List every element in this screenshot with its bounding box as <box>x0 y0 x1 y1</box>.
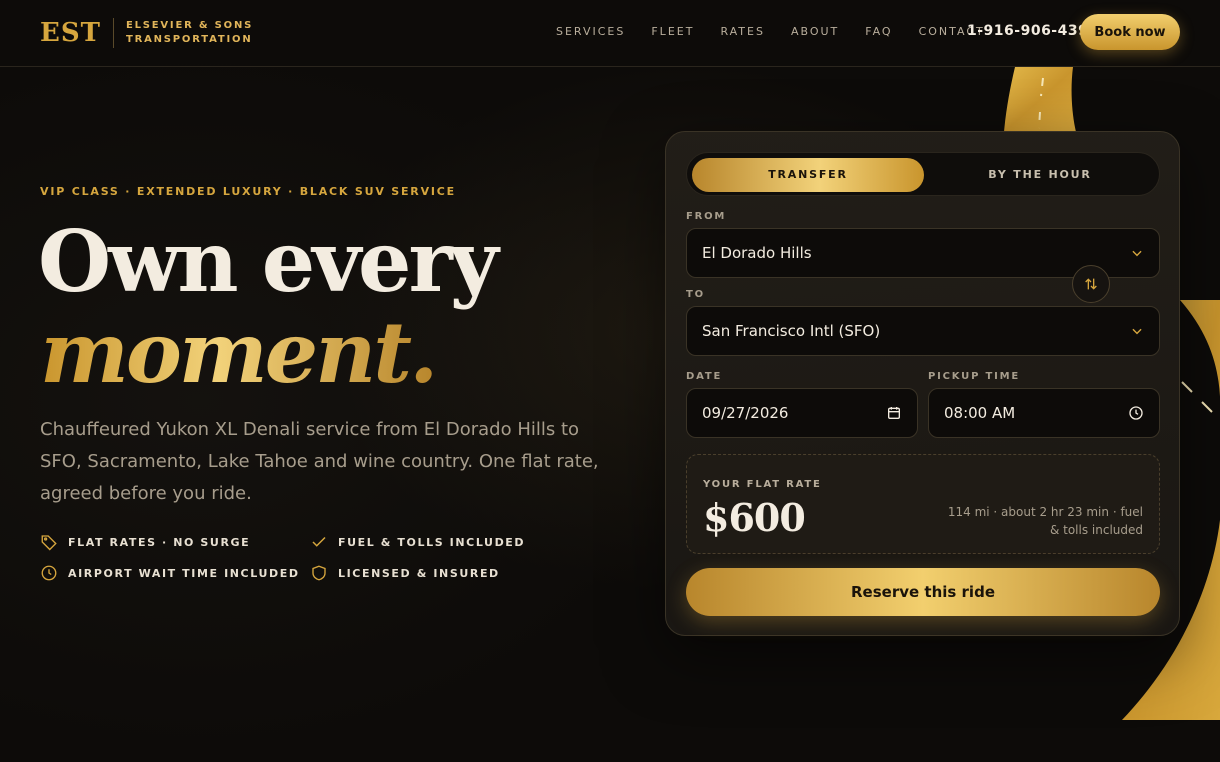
hero-headline-line-2: moment. <box>40 303 438 402</box>
main-nav: SERVICES FLEET RATES ABOUT FAQ CONTACT <box>556 25 985 38</box>
feature-item: AIRPORT WAIT TIME INCLUDED <box>40 564 310 582</box>
brand-logo[interactable]: EST ELSEVIER & SONS TRANSPORTATION <box>40 18 253 48</box>
feature-item: FUEL & TOLLS INCLUDED <box>310 533 580 551</box>
nav-item-services[interactable]: SERVICES <box>556 25 625 38</box>
logo-line-2: TRANSPORTATION <box>125 34 253 45</box>
phone-link[interactable]: 1-916-906-4393 <box>967 23 1099 39</box>
booking-card: TRANSFER BY THE HOUR FROM El Dorado Hill… <box>665 131 1180 636</box>
swap-arrows-icon <box>1085 278 1097 290</box>
date-label: DATE <box>686 371 723 382</box>
flat-rate-label: YOUR FLAT RATE <box>703 479 822 490</box>
feature-item: FLAT RATES · NO SURGE <box>40 533 310 551</box>
logo-mark: EST <box>40 18 114 48</box>
tab-by-the-hour[interactable]: BY THE HOUR <box>924 158 1156 192</box>
pickup-time-value: 08:00 AM <box>944 404 1016 422</box>
date-value: 09/27/2026 <box>702 404 789 422</box>
nav-item-faq[interactable]: FAQ <box>865 25 892 38</box>
site-header: EST ELSEVIER & SONS TRANSPORTATION SERVI… <box>0 0 1220 67</box>
shield-icon <box>312 565 326 581</box>
clock-icon <box>41 565 57 581</box>
flat-rate-note: 114 mi · about 2 hr 23 min · fuel & toll… <box>947 505 1143 537</box>
calendar-icon[interactable] <box>886 405 902 421</box>
from-label: FROM <box>686 211 727 222</box>
feature-label: FUEL & TOLLS INCLUDED <box>338 535 526 549</box>
flat-rate-box: YOUR FLAT RATE $600 114 mi · about 2 hr … <box>686 454 1160 554</box>
feature-label: AIRPORT WAIT TIME INCLUDED <box>68 566 300 580</box>
tag-icon <box>41 535 57 551</box>
hero-lead: Chauffeured Yukon XL Denali service from… <box>40 419 599 504</box>
chevron-down-icon <box>1132 250 1142 257</box>
check-icon <box>312 536 326 547</box>
feature-item: LICENSED & INSURED <box>310 564 580 582</box>
tab-transfer[interactable]: TRANSFER <box>692 158 924 192</box>
feature-label: LICENSED & INSURED <box>338 566 500 580</box>
logo-wordmark: ELSEVIER & SONS TRANSPORTATION <box>114 19 253 47</box>
logo-line-1: ELSEVIER & SONS <box>125 20 254 31</box>
hero-headline-line-1: Own every <box>38 212 499 311</box>
swap-locations-button[interactable] <box>1072 265 1110 303</box>
flat-rate-value: $600 <box>703 495 806 540</box>
reserve-ride-button[interactable]: Reserve this ride <box>686 568 1160 616</box>
chevron-down-icon <box>1132 328 1142 335</box>
date-input[interactable]: 09/27/2026 <box>686 388 918 438</box>
to-value: San Francisco Intl (SFO) <box>702 322 881 340</box>
feature-label: FLAT RATES · NO SURGE <box>68 535 251 549</box>
nav-item-about[interactable]: ABOUT <box>791 25 839 38</box>
nav-item-rates[interactable]: RATES <box>720 25 765 38</box>
book-now-button[interactable]: Book now <box>1080 14 1180 50</box>
pickup-time-label: PICKUP TIME <box>928 371 1021 382</box>
clock-icon[interactable] <box>1128 405 1144 421</box>
to-label: TO <box>686 289 705 300</box>
nav-item-fleet[interactable]: FLEET <box>651 25 694 38</box>
feature-list: FLAT RATES · NO SURGE FUEL & TOLLS INCLU… <box>40 533 600 582</box>
from-value: El Dorado Hills <box>702 244 812 262</box>
to-select[interactable]: San Francisco Intl (SFO) <box>686 306 1160 356</box>
hero-eyebrow: VIP CLASS · EXTENDED LUXURY · BLACK SUV … <box>40 185 456 198</box>
pickup-time-input[interactable]: 08:00 AM <box>928 388 1160 438</box>
booking-tabs: TRANSFER BY THE HOUR <box>686 152 1160 196</box>
